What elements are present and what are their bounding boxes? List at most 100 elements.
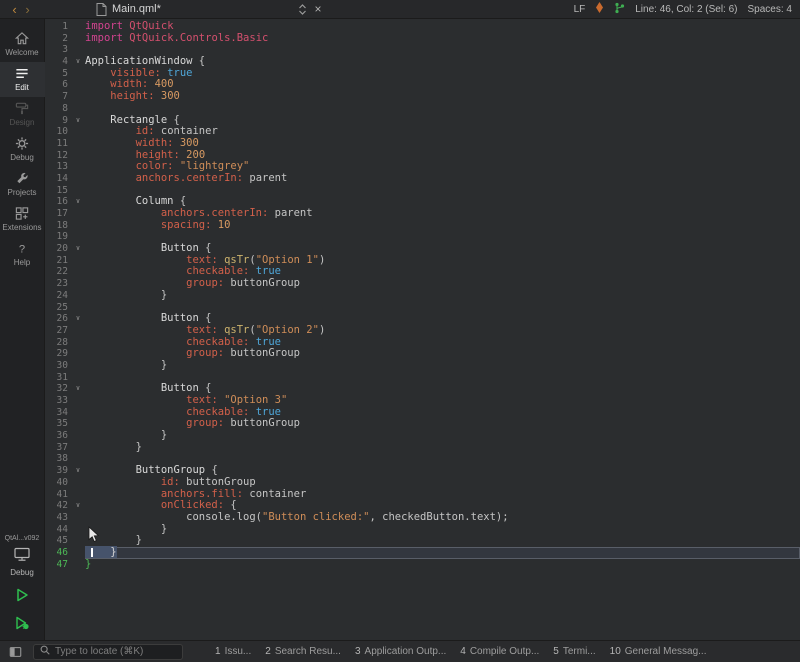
kit-name[interactable]: QtAl...v092 bbox=[5, 535, 40, 542]
run-button[interactable] bbox=[14, 582, 30, 608]
sidebar-item-help[interactable]: ? Help bbox=[0, 237, 45, 272]
code-line-18[interactable]: 18 spacing: 10 bbox=[45, 220, 800, 232]
line-ending-indicator[interactable]: LF bbox=[574, 4, 586, 15]
code-text: } bbox=[85, 559, 800, 571]
code-line-46[interactable]: 46 } bbox=[45, 547, 800, 559]
code-line-47[interactable]: 47} bbox=[45, 559, 800, 571]
line-number: 45 bbox=[45, 535, 71, 547]
line-number: 22 bbox=[45, 266, 71, 278]
output-pane-terminal[interactable]: 5 Termi... bbox=[553, 646, 595, 657]
status-bar: Type to locate (⌘K) 1 Issu... 2 Search R… bbox=[0, 640, 800, 662]
sidebar-item-welcome[interactable]: Welcome bbox=[0, 27, 45, 62]
fold-gutter bbox=[71, 559, 85, 571]
kit-selector[interactable]: Debug bbox=[10, 544, 34, 580]
line-number: 43 bbox=[45, 512, 71, 524]
code-line-36[interactable]: 36 } bbox=[45, 430, 800, 442]
fold-marker-icon[interactable]: ∨ bbox=[71, 115, 85, 127]
document-dropdown-icon[interactable] bbox=[298, 3, 307, 16]
branch-icon[interactable] bbox=[614, 2, 625, 17]
toggle-left-panel-icon[interactable] bbox=[8, 645, 23, 659]
fold-gutter bbox=[71, 208, 85, 220]
fold-gutter bbox=[71, 103, 85, 115]
document-tab[interactable]: Main.qml* × bbox=[96, 2, 324, 16]
code-text: } bbox=[85, 360, 800, 372]
fold-gutter bbox=[71, 21, 85, 33]
sidebar-item-edit[interactable]: Edit bbox=[0, 62, 45, 97]
fold-gutter bbox=[71, 68, 85, 80]
fold-gutter bbox=[71, 395, 85, 407]
code-line-44[interactable]: 44 } bbox=[45, 524, 800, 536]
line-number: 31 bbox=[45, 372, 71, 384]
gear-icon bbox=[14, 136, 30, 151]
line-number: 30 bbox=[45, 360, 71, 372]
sidebar-item-design: Design bbox=[0, 97, 45, 132]
fold-marker-icon[interactable]: ∨ bbox=[71, 383, 85, 395]
line-number: 25 bbox=[45, 302, 71, 314]
kit-target-label: Debug bbox=[10, 568, 34, 577]
fold-gutter bbox=[71, 430, 85, 442]
code-editor[interactable]: 1import QtQuick2import QtQuick.Controls.… bbox=[45, 19, 800, 640]
code-text: import QtQuick.Controls.Basic bbox=[85, 33, 800, 45]
sidebar-item-projects[interactable]: Projects bbox=[0, 167, 45, 202]
close-document-button[interactable]: × bbox=[312, 2, 324, 16]
code-text: } bbox=[85, 535, 800, 547]
fold-marker-icon[interactable]: ∨ bbox=[71, 313, 85, 325]
fold-marker-icon[interactable]: ∨ bbox=[71, 243, 85, 255]
fold-marker-icon[interactable]: ∨ bbox=[71, 500, 85, 512]
modified-indicator-icon bbox=[595, 2, 604, 16]
line-number: 8 bbox=[45, 103, 71, 115]
fold-gutter bbox=[71, 91, 85, 103]
line-number: 28 bbox=[45, 337, 71, 349]
code-text: } bbox=[85, 547, 800, 559]
fold-marker-icon[interactable]: ∨ bbox=[71, 56, 85, 68]
line-number: 39 bbox=[45, 465, 71, 477]
code-line-45[interactable]: 45 } bbox=[45, 535, 800, 547]
sidebar-item-extensions[interactable]: Extensions bbox=[0, 202, 45, 237]
code-text: } bbox=[85, 524, 800, 536]
pane-label: Termi... bbox=[563, 646, 596, 657]
output-pane-issues[interactable]: 1 Issu... bbox=[215, 646, 251, 657]
sidebar-item-debug[interactable]: Debug bbox=[0, 132, 45, 167]
output-pane-application-output[interactable]: 3 Application Outp... bbox=[355, 646, 446, 657]
line-number: 10 bbox=[45, 126, 71, 138]
code-line-2[interactable]: 2import QtQuick.Controls.Basic bbox=[45, 33, 800, 45]
forward-button[interactable]: › bbox=[21, 3, 34, 16]
editor-toolbar: ‹ › Main.qml* × LF Line: 46, Col: 2 (Sel… bbox=[0, 0, 800, 19]
line-number: 17 bbox=[45, 208, 71, 220]
line-number: 26 bbox=[45, 313, 71, 325]
line-number: 23 bbox=[45, 278, 71, 290]
cursor-position: Line: 46, Col: 2 (Sel: 6) bbox=[635, 4, 737, 15]
line-number: 20 bbox=[45, 243, 71, 255]
monitor-icon bbox=[13, 547, 31, 567]
edit-lines-icon bbox=[14, 66, 30, 81]
fold-marker-icon[interactable]: ∨ bbox=[71, 196, 85, 208]
code-line-30[interactable]: 30 } bbox=[45, 360, 800, 372]
code-text: group: buttonGroup bbox=[85, 348, 800, 360]
code-text: height: 300 bbox=[85, 91, 800, 103]
pane-label: Issu... bbox=[225, 646, 252, 657]
back-button[interactable]: ‹ bbox=[8, 3, 21, 16]
line-number: 47 bbox=[45, 559, 71, 571]
code-line-24[interactable]: 24 } bbox=[45, 290, 800, 302]
code-line-14[interactable]: 14 anchors.centerIn: parent bbox=[45, 173, 800, 185]
line-number: 1 bbox=[45, 21, 71, 33]
code-line-37[interactable]: 37 } bbox=[45, 442, 800, 454]
fold-gutter bbox=[71, 337, 85, 349]
pane-number: 1 bbox=[215, 646, 221, 657]
design-brush-icon bbox=[14, 101, 30, 116]
code-line-7[interactable]: 7 height: 300 bbox=[45, 91, 800, 103]
output-pane-general-messages[interactable]: 10 General Messag... bbox=[610, 646, 707, 657]
home-icon bbox=[14, 31, 30, 46]
indent-settings[interactable]: Spaces: 4 bbox=[748, 4, 792, 15]
code-text: } bbox=[85, 442, 800, 454]
document-title[interactable]: Main.qml* bbox=[112, 3, 161, 15]
line-number: 27 bbox=[45, 325, 71, 337]
code-text bbox=[85, 103, 800, 115]
debug-run-button[interactable] bbox=[14, 610, 30, 636]
sidebar-item-label: Projects bbox=[8, 188, 37, 197]
fold-marker-icon[interactable]: ∨ bbox=[71, 465, 85, 477]
output-pane-search-results[interactable]: 2 Search Resu... bbox=[265, 646, 341, 657]
output-pane-compile-output[interactable]: 4 Compile Outp... bbox=[460, 646, 539, 657]
sidebar-item-label: Edit bbox=[15, 83, 29, 92]
locator-field[interactable]: Type to locate (⌘K) bbox=[33, 644, 183, 660]
